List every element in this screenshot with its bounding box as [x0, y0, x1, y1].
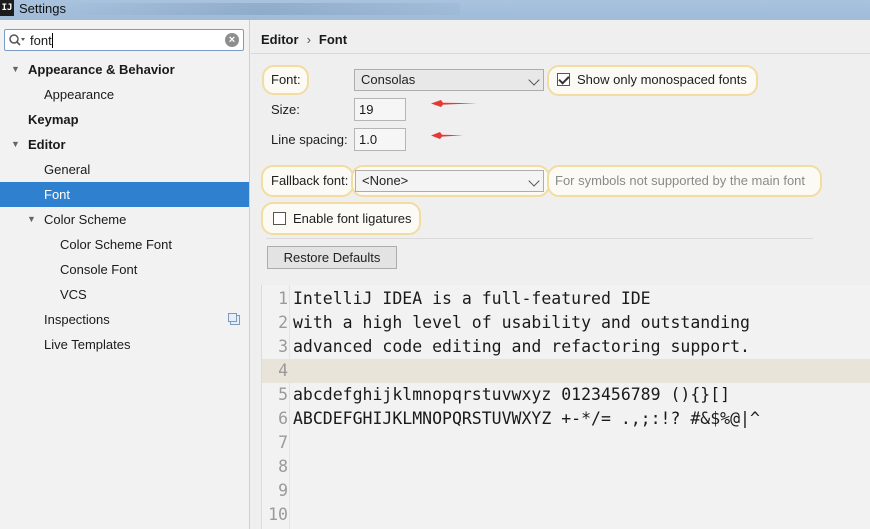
font-select[interactable]: Consolas [354, 69, 544, 91]
tree-item-keymap[interactable]: Keymap [0, 107, 249, 132]
fallback-hint: For symbols not supported by the main fo… [555, 173, 806, 188]
tree-item-label: Font [44, 187, 71, 202]
size-field[interactable]: 19 [354, 98, 406, 121]
tree-item-label: Console Font [60, 262, 138, 277]
font-preview-editor[interactable]: 1 IntelliJ IDEA is a full-featured IDE 2w… [261, 285, 870, 529]
preview-line-current: 4 [262, 359, 870, 383]
annotation-arrow-icon [431, 100, 477, 107]
search-input[interactable]: font × [4, 29, 244, 51]
show-monospaced-checkbox[interactable] [557, 73, 570, 86]
line-number: 5 [278, 385, 288, 404]
preview-line: 9 [262, 479, 870, 503]
chevron-down-icon[interactable]: ▼ [11, 57, 20, 82]
line-text: advanced code editing and refactoring su… [293, 337, 750, 356]
font-label: Font: [271, 72, 301, 87]
chevron-down-icon[interactable] [528, 74, 540, 86]
line-number: 2 [278, 313, 288, 332]
breadcrumb-parent[interactable]: Editor [261, 32, 299, 47]
chevron-down-icon[interactable] [528, 175, 540, 187]
line-number: 9 [278, 481, 288, 500]
tree-item-label: Editor [28, 137, 66, 152]
tree-item-font[interactable]: Font [0, 182, 249, 207]
settings-sidebar: font × ▼ Appearance & Behavior Appearanc… [0, 20, 250, 529]
project-scope-icon [228, 313, 240, 325]
preview-line: 2 with a high level of usability and outs… [262, 311, 870, 335]
tree-item-label: Color Scheme Font [60, 237, 172, 252]
fallback-select-value: <None> [362, 173, 409, 188]
font-ligatures-checkbox[interactable] [273, 212, 286, 225]
preview-line: 6 ABCDEFGHIJKLMNOPQRSTUVWXYZ +-*/= .,;:!?… [262, 407, 870, 431]
size-label: Size: [271, 102, 300, 117]
tree-item-label: Appearance & Behavior [28, 62, 175, 77]
title-bar: IJ Settings [0, 0, 870, 20]
tree-item-label: Color Scheme [44, 212, 127, 227]
fallback-font-select[interactable]: <None> [355, 170, 544, 192]
settings-content: Editor › Font Font: Consolas Show only mon… [251, 20, 870, 529]
line-text: abcdefghijklmnopqrstuvwxyz 0123456789 ()… [293, 385, 731, 404]
preview-line: 3 advanced code editing and refactoring s… [262, 335, 870, 359]
chevron-down-icon[interactable]: ▼ [11, 132, 20, 157]
tree-item-vcs[interactable]: VCS [0, 282, 249, 307]
tree-item-general[interactable]: General [0, 157, 249, 182]
tree-item-label: VCS [60, 287, 87, 302]
line-number: 6 [278, 409, 288, 428]
preview-line: 7 [262, 431, 870, 455]
tree-item-label: General [44, 162, 91, 177]
tree-item-live-templates[interactable]: Live Templates [0, 332, 249, 357]
tree-item-color-scheme[interactable]: ▼ Color Scheme [0, 207, 249, 232]
breadcrumb-separator: › [306, 32, 311, 47]
divider [266, 238, 813, 239]
preview-line: 8 [262, 455, 870, 479]
line-number: 8 [278, 457, 288, 476]
line-number: 7 [278, 433, 288, 452]
fallback-font-label: Fallback font: [271, 173, 349, 188]
restore-defaults-button[interactable]: Restore Defaults [267, 246, 397, 269]
line-spacing-label: Line spacing: [271, 132, 348, 147]
clear-search-icon[interactable]: × [225, 33, 239, 47]
font-ligatures-label[interactable]: Enable font ligatures [293, 211, 412, 226]
tree-item-appearance-behavior[interactable]: ▼ Appearance & Behavior [0, 57, 249, 82]
line-spacing-field[interactable]: 1.0 [354, 128, 406, 151]
show-monospaced-label[interactable]: Show only monospaced fonts [577, 72, 747, 87]
tree-item-inspections[interactable]: Inspections [0, 307, 249, 332]
annotation-arrow-icon [431, 132, 463, 139]
line-number: 10 [268, 505, 288, 524]
tree-item-appearance[interactable]: Appearance [0, 82, 249, 107]
tree-item-console-font[interactable]: Console Font [0, 257, 249, 282]
line-number: 1 [278, 289, 288, 308]
chevron-down-icon[interactable]: ▼ [27, 207, 36, 232]
breadcrumb: Editor › Font [251, 20, 870, 54]
line-text: with a high level of usability and outst… [293, 313, 750, 332]
tree-item-color-scheme-font[interactable]: Color Scheme Font [0, 232, 249, 257]
preview-line: 5 abcdefghijklmnopqrstuvwxyz 0123456789 (… [262, 383, 870, 407]
line-text: IntelliJ IDEA is a full-featured IDE [293, 289, 651, 308]
search-icon[interactable] [8, 33, 26, 47]
breadcrumb-current: Font [318, 32, 348, 47]
preview-line: 1 IntelliJ IDEA is a full-featured IDE [262, 287, 870, 311]
line-text: ABCDEFGHIJKLMNOPQRSTUVWXYZ +-*/= .,;:!? … [293, 409, 760, 428]
tree-item-label: Inspections [44, 312, 110, 327]
line-number: 4 [278, 361, 288, 380]
title-bar-blur [60, 3, 460, 15]
search-text[interactable]: font [30, 32, 53, 49]
preview-line: 10 [262, 503, 870, 527]
window-title: Settings [19, 1, 66, 16]
tree-item-editor[interactable]: ▼ Editor [0, 132, 249, 157]
tree-item-label: Keymap [28, 112, 79, 127]
tree-item-label: Appearance [44, 87, 115, 102]
font-select-value: Consolas [361, 72, 416, 87]
line-number: 3 [278, 337, 288, 356]
tree-item-label: Live Templates [44, 337, 131, 352]
intellij-logo-icon: IJ [0, 0, 14, 16]
